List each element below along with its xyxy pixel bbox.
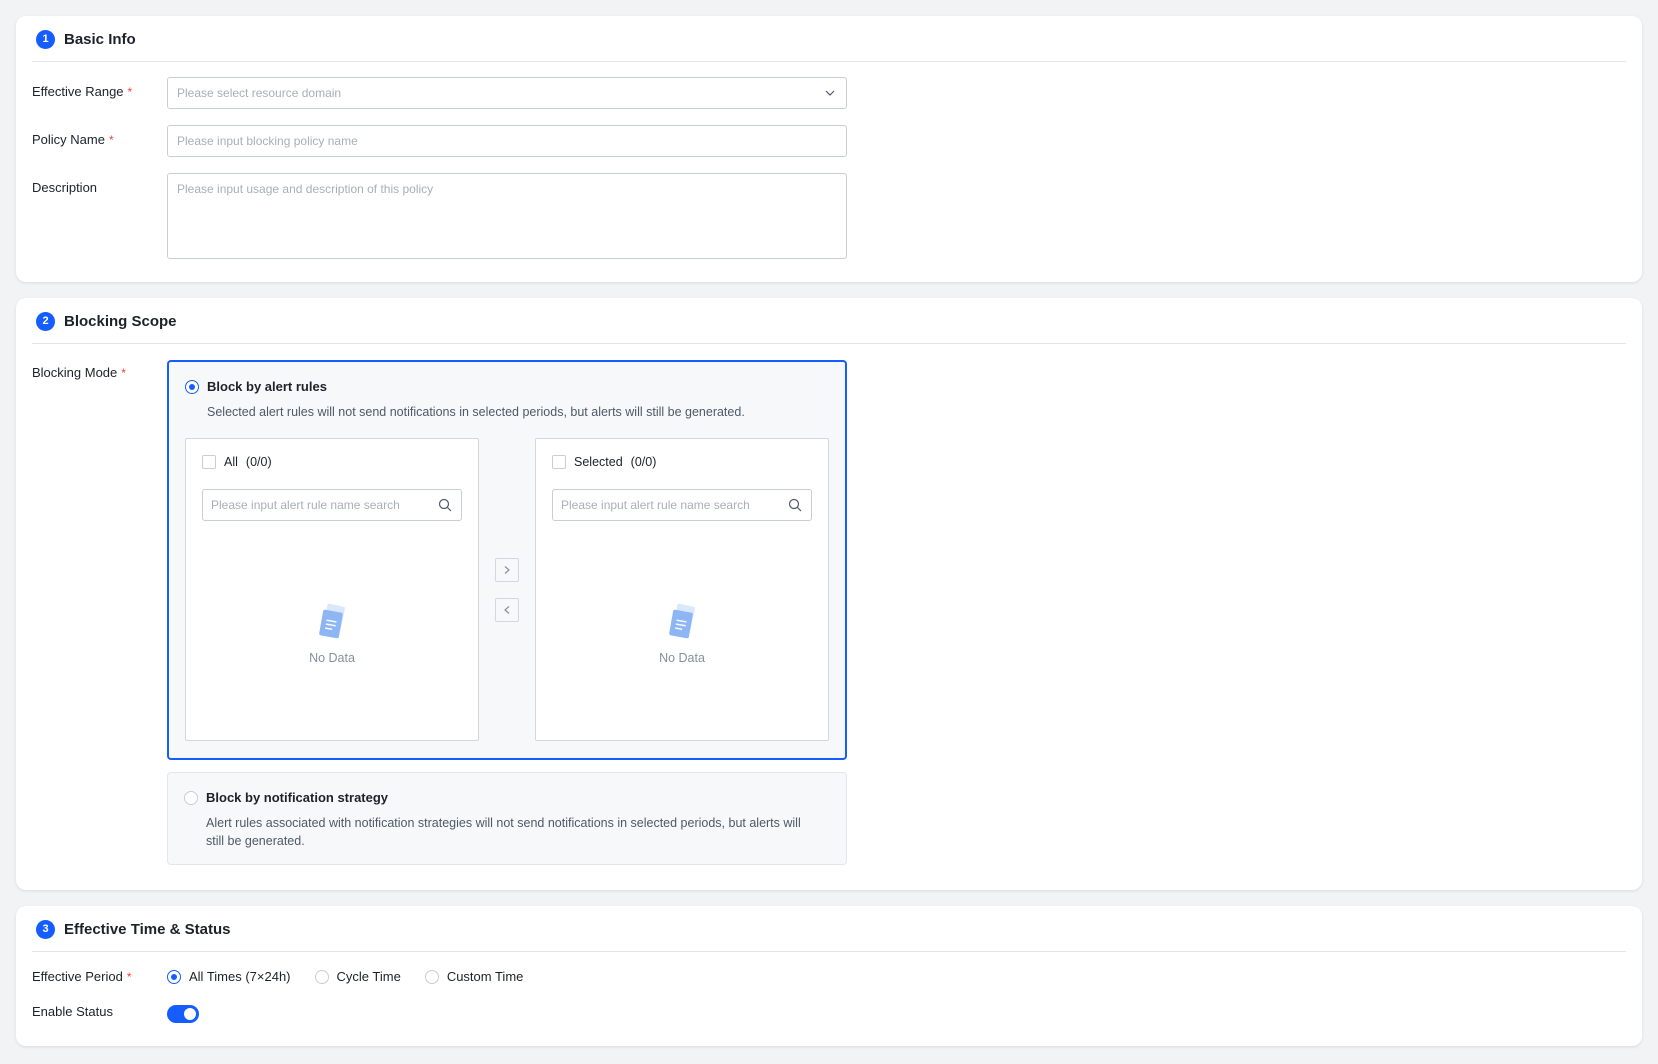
period-option-label: All Times (7×24h): [189, 969, 291, 984]
mode-alert-rules-box[interactable]: Block by alert rules Selected alert rule…: [167, 360, 847, 760]
blocking-scope-card: 2 Blocking Scope Blocking Mode * Block by…: [16, 298, 1642, 890]
basic-info-title: Basic Info: [64, 30, 136, 48]
select-all-checkbox[interactable]: [202, 455, 216, 469]
required-mark: *: [126, 969, 132, 984]
period-option-label: Custom Time: [446, 969, 524, 984]
transfer-right-search-input[interactable]: Please input alert rule name search: [552, 489, 812, 521]
mode-alert-rules-title: Block by alert rules: [207, 379, 327, 394]
effective-time-card: 3 Effective Time & Status Effective Peri…: [16, 906, 1642, 1046]
required-mark: *: [127, 84, 133, 99]
step-badge-2: 2: [36, 311, 55, 331]
transfer-left-search-placeholder: Please input alert rule name search: [211, 498, 400, 512]
mode-strategy-desc: Alert rules associated with notification…: [206, 816, 801, 848]
period-option-label: Cycle Time: [336, 969, 401, 984]
required-mark: *: [108, 132, 114, 147]
mode-strategy-title: Block by notification strategy: [206, 790, 389, 805]
transfer-left-count: (0/0): [245, 455, 272, 469]
effective-time-title: Effective Time & Status: [64, 920, 231, 938]
mode-strategy-radio[interactable]: [184, 790, 198, 805]
blocking-scope-title: Blocking Scope: [64, 312, 177, 330]
description-label: Description: [32, 180, 98, 195]
effective-period-radio-group: All Times (7×24h) Cycle Time Custom Time: [167, 969, 547, 984]
step-badge-1: 1: [36, 29, 55, 49]
mode-strategy-option[interactable]: Block by notification strategy: [184, 790, 388, 805]
transfer-left-header: All (0/0): [202, 455, 272, 469]
divider: [32, 951, 1626, 952]
transfer-right-header: Selected (0/0): [552, 455, 656, 469]
transfer-right-empty: No Data: [536, 603, 828, 665]
mode-alert-rules-desc: Selected alert rules will not send notif…: [207, 405, 745, 419]
period-option-custom-time[interactable]: Custom Time: [424, 969, 524, 984]
policy-name-input[interactable]: Please input blocking policy name: [167, 125, 847, 157]
chevron-down-icon: [825, 90, 835, 96]
period-all-times-radio[interactable]: [167, 969, 181, 984]
period-option-all-times[interactable]: All Times (7×24h): [167, 969, 291, 984]
divider: [32, 61, 1626, 62]
required-mark: *: [121, 365, 126, 380]
mode-strategy-box[interactable]: Block by notification strategy Alert rul…: [167, 772, 847, 865]
divider: [32, 343, 1626, 344]
transfer-right-count: (0/0): [630, 455, 657, 469]
chevron-right-icon: [504, 566, 510, 574]
search-icon[interactable]: [788, 498, 802, 512]
transfer-left-empty-text: No Data: [309, 651, 355, 665]
period-cycle-time-radio[interactable]: [314, 969, 329, 984]
chevron-left-icon: [504, 606, 510, 614]
basic-info-card: 1 Basic Info Effective Range * Please sel…: [16, 16, 1642, 282]
enable-status-label: Enable Status: [32, 1004, 113, 1019]
period-custom-time-radio[interactable]: [424, 969, 439, 984]
step-badge-3: 3: [36, 919, 55, 939]
transfer-right-label: Selected: [574, 455, 623, 469]
transfer-left-panel: All (0/0) Please input alert rule name s…: [185, 438, 479, 741]
blocking-mode-label: Blocking Mode *: [32, 365, 126, 380]
search-icon[interactable]: [438, 498, 452, 512]
basic-info-header: 1 Basic Info: [16, 16, 1642, 62]
select-selected-checkbox[interactable]: [552, 455, 566, 469]
policy-name-label: Policy Name *: [32, 132, 114, 147]
description-textarea[interactable]: Please input usage and description of th…: [167, 173, 847, 259]
effective-range-placeholder: Please select resource domain: [177, 86, 342, 100]
empty-data-icon: [669, 603, 695, 639]
effective-period-label: Effective Period *: [32, 969, 132, 984]
mode-alert-rules-option[interactable]: Block by alert rules: [185, 379, 327, 394]
transfer-right-search-placeholder: Please input alert rule name search: [561, 498, 750, 512]
mode-alert-rules-radio[interactable]: [185, 379, 199, 394]
period-option-cycle-time[interactable]: Cycle Time: [314, 969, 401, 984]
transfer-left-button[interactable]: [495, 598, 519, 622]
effective-time-header: 3 Effective Time & Status: [16, 906, 1642, 952]
enable-status-toggle[interactable]: [167, 1005, 199, 1023]
policy-name-placeholder: Please input blocking policy name: [177, 134, 358, 148]
transfer-left-search-input[interactable]: Please input alert rule name search: [202, 489, 462, 521]
transfer-right-panel: Selected (0/0) Please input alert rule n…: [535, 438, 829, 741]
effective-range-label: Effective Range *: [32, 84, 133, 99]
effective-range-select[interactable]: Please select resource domain: [167, 77, 847, 109]
transfer-right-empty-text: No Data: [659, 651, 705, 665]
transfer-left-label: All: [224, 455, 238, 469]
transfer-right-button[interactable]: [495, 558, 519, 582]
transfer-left-empty: No Data: [186, 603, 478, 665]
empty-data-icon: [319, 603, 345, 639]
description-placeholder: Please input usage and description of th…: [177, 182, 434, 196]
blocking-scope-header: 2 Blocking Scope: [16, 298, 1642, 344]
